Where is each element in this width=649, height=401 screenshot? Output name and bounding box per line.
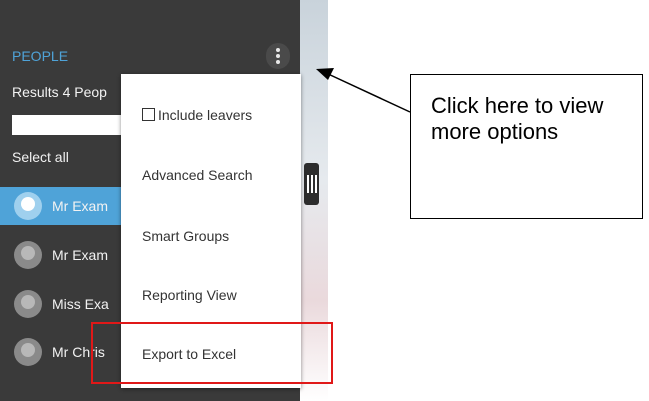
callout-text: Click here to view more options xyxy=(431,93,604,144)
instruction-callout: Click here to view more options xyxy=(410,74,643,219)
